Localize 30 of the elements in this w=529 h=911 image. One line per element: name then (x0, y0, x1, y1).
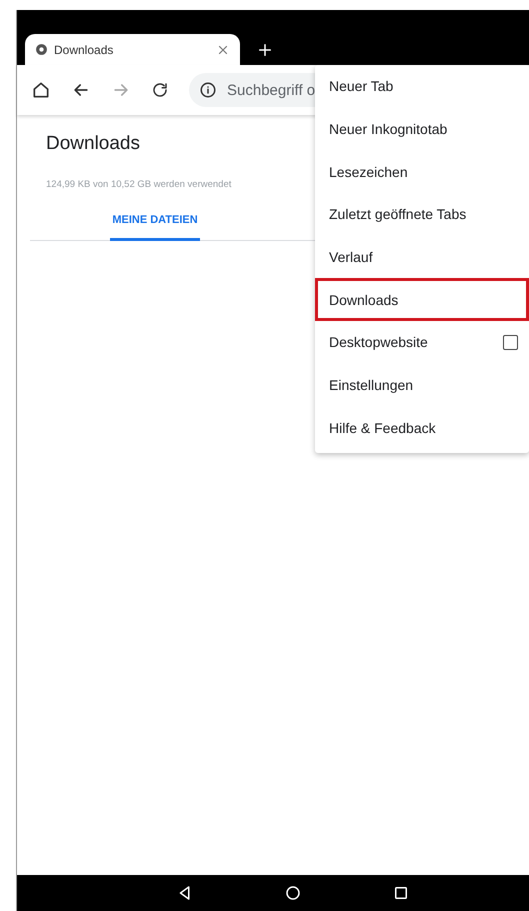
storage-usage: 124,99 KB von 10,52 GB werden verwendet (45, 179, 232, 190)
menu-item-label: Verlauf (329, 249, 374, 266)
menu-item[interactable]: Downloads (315, 278, 529, 322)
browser-tab[interactable]: Downloads (25, 34, 240, 65)
menu-item[interactable]: Neuer Tab (315, 65, 529, 108)
reload-button[interactable] (151, 81, 169, 99)
info-icon (199, 81, 217, 99)
page-tab[interactable]: MEINE DATEIEN (110, 208, 200, 241)
recents-nav-button[interactable] (392, 884, 410, 902)
menu-item-label: Lesezeichen (329, 164, 409, 180)
menu-item-label: Neuer Tab (329, 78, 394, 94)
menu-item-label: Zuletzt geöffnete Tabs (329, 206, 468, 222)
page-title: Downloads (45, 133, 141, 155)
globe-icon (35, 43, 48, 56)
tab-title: Downloads (54, 42, 114, 56)
menu-item[interactable]: Einstellungen (315, 364, 529, 406)
menu-item[interactable]: Lesezeichen (315, 150, 529, 194)
menu-item-label: Hilfe & Feedback (329, 420, 437, 436)
menu-item[interactable]: Zuletzt geöffnete Tabs (315, 193, 529, 236)
home-nav-button[interactable] (284, 884, 302, 902)
menu-item[interactable]: Verlauf (315, 236, 529, 278)
menu-item-label: Neuer Inkognitotab (329, 121, 448, 138)
menu-item[interactable]: Hilfe & Feedback (315, 406, 529, 450)
menu-item[interactable]: Desktopwebsite (315, 321, 529, 364)
menu-item-label: Einstellungen (329, 377, 414, 394)
menu-item[interactable]: Neuer Inkognitotab (315, 108, 529, 150)
home-button[interactable] (31, 80, 51, 100)
checkbox[interactable] (503, 334, 518, 350)
menu-item-label: Desktopwebsite (329, 334, 429, 350)
menu-item-label: Downloads (329, 292, 400, 308)
